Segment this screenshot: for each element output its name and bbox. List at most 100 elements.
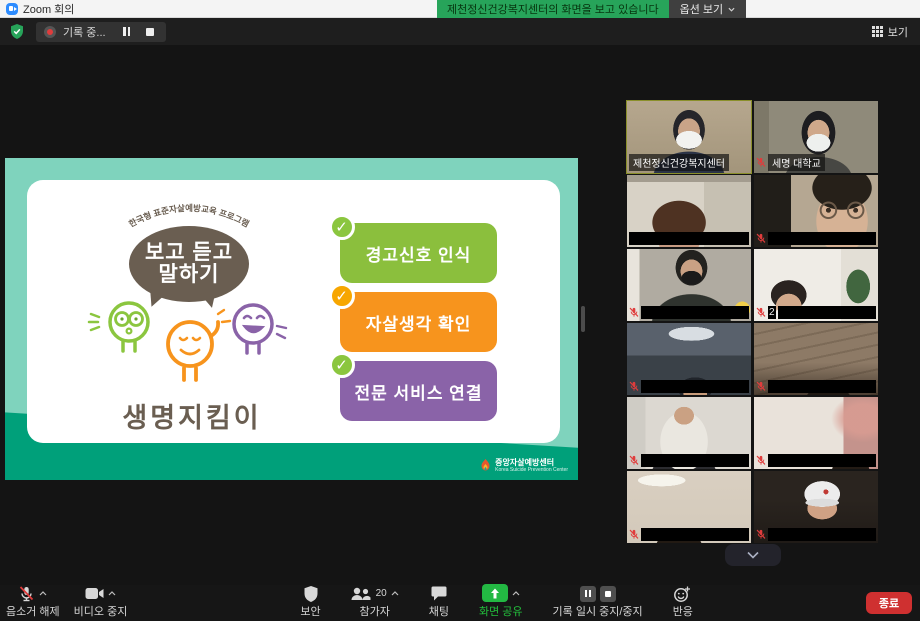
chat-label: 채팅 (429, 603, 449, 619)
participant-tile[interactable]: 제천정신건강복지센터 (627, 101, 751, 173)
record-control-button[interactable]: 기록 일시 중지/중지 (553, 585, 643, 621)
participant-name-bar (756, 454, 876, 467)
view-button-label: 보기 (888, 24, 908, 40)
participants-label: 참가자 (360, 603, 390, 619)
recording-dot-icon (44, 26, 56, 38)
chat-bubble-icon (431, 586, 447, 601)
muted-mic-icon (629, 381, 639, 392)
view-options-button[interactable]: 옵션 보기 (669, 0, 747, 18)
chevron-up-icon[interactable] (39, 591, 47, 596)
censored-name-bar (768, 232, 876, 245)
participant-name-partial: 2 (768, 306, 776, 319)
participants-icon (351, 587, 371, 601)
participants-count: 20 (376, 588, 387, 599)
participant-tile[interactable] (754, 471, 878, 543)
participant-name-bar (629, 528, 749, 541)
end-meeting-button[interactable]: 종료 (866, 592, 912, 614)
muted-mic-icon (756, 233, 766, 244)
security-shield-icon (304, 586, 318, 602)
muted-mic-icon (756, 157, 766, 168)
chevron-down-icon (746, 551, 760, 559)
censored-name-bar (641, 306, 749, 319)
security-button[interactable]: 보안 (300, 585, 320, 621)
shared-slide: 한국형 표준자살예방교육 프로그램 보고 듣고 말하기 (5, 158, 578, 480)
participant-name-bar (756, 232, 876, 245)
video-camera-icon (85, 587, 104, 600)
participant-name-bar (756, 380, 876, 393)
grid-view-icon (872, 26, 883, 37)
participant-tile[interactable]: 2 (754, 249, 878, 321)
screen-share-banner: 제천정신건강복지센터의 화면을 보고 있습니다 옵션 보기 (437, 0, 746, 18)
participant-name-bar (629, 306, 749, 319)
bubble-line2: 말하기 (159, 264, 220, 286)
participant-name-bar: 세명 대학교 (756, 154, 876, 171)
chevron-up-icon[interactable] (108, 591, 116, 596)
chevron-up-icon[interactable] (391, 591, 399, 596)
censored-name-bar (641, 528, 749, 541)
reactions-button[interactable]: 반응 (673, 585, 693, 621)
security-label: 보안 (300, 603, 320, 619)
muted-mic-icon (756, 529, 766, 540)
meeting-top-bar: 기록 중... 보기 (0, 18, 920, 45)
pause-record-icon[interactable] (580, 586, 596, 602)
reactions-smiley-icon (674, 586, 691, 602)
share-screen-icon (482, 584, 508, 602)
censored-name-bar (768, 454, 876, 467)
viewing-message: 제천정신건강복지센터의 화면을 보고 있습니다 (437, 0, 669, 18)
participant-tile[interactable] (627, 175, 751, 247)
meeting-toolbar: 음소거 해제 비디오 중지 (0, 585, 920, 621)
slide-item-warning-signs: ✓ 경고신호 인식 (340, 223, 497, 283)
check-icon: ✓ (329, 214, 355, 240)
zoom-meeting-window: Zoom 회의 제천정신건강복지센터의 화면을 보고 있습니다 옵션 보기 기록… (0, 0, 920, 621)
record-control-label: 기록 일시 중지/중지 (553, 603, 643, 619)
participant-name-bar: 제천정신건강복지센터 (629, 154, 749, 171)
participant-tile[interactable]: 세명 대학교 (754, 101, 878, 173)
participants-button[interactable]: 20 참가자 (351, 585, 399, 621)
gatekeeper-characters-illustration (85, 296, 295, 394)
muted-mic-icon (756, 381, 766, 392)
participant-tile[interactable] (754, 323, 878, 395)
unmute-label: 음소거 해제 (6, 603, 60, 619)
censored-name-bar (641, 380, 749, 393)
participant-name-bar (629, 454, 749, 467)
participant-tile[interactable] (754, 175, 878, 247)
unmute-button[interactable]: 음소거 해제 (6, 585, 60, 621)
slide-card: 한국형 표준자살예방교육 프로그램 보고 듣고 말하기 (27, 180, 560, 443)
stop-record-icon[interactable] (600, 586, 616, 602)
slide-item-label: 자살생각 확인 (366, 310, 472, 335)
chevron-down-icon (728, 7, 735, 12)
collapse-gallery-button[interactable] (725, 544, 781, 566)
censored-name-bar (768, 528, 876, 541)
stage-scrollbar-handle[interactable] (581, 306, 585, 332)
view-button[interactable]: 보기 (872, 24, 912, 40)
participant-name-bar: 2 (756, 306, 876, 319)
slide-item-label: 전문 서비스 연결 (355, 379, 483, 404)
chevron-up-icon[interactable] (512, 591, 520, 596)
share-screen-button[interactable]: 화면 공유 (479, 585, 523, 621)
participant-tile[interactable] (627, 471, 751, 543)
speech-bubble: 보고 듣고 말하기 (129, 226, 249, 302)
check-icon: ✓ (329, 283, 355, 309)
participant-grid: 제천정신건강복지센터 세명 대학교 2 (627, 101, 878, 543)
participant-tile[interactable] (754, 397, 878, 469)
window-title: Zoom 회의 (23, 1, 74, 17)
participant-tile[interactable] (627, 397, 751, 469)
reactions-label: 반응 (673, 603, 693, 619)
microphone-muted-icon (18, 585, 35, 602)
censored-name-bar (778, 306, 876, 319)
participant-name-bar (756, 528, 876, 541)
chat-button[interactable]: 채팅 (429, 585, 449, 621)
encryption-shield-icon[interactable] (8, 23, 26, 41)
pause-recording-icon[interactable] (119, 25, 135, 39)
slide-items: ✓ 경고신호 인식 ✓ 자살생각 확인 ✓ 전문 서비스 연결 (340, 223, 497, 421)
participant-tile[interactable] (627, 249, 751, 321)
gatekeeper-title: 생명지킴이 (82, 396, 302, 435)
share-screen-label: 화면 공유 (479, 603, 523, 619)
muted-mic-icon (629, 455, 639, 466)
bubble-line1: 보고 듣고 (145, 242, 233, 264)
stop-recording-icon[interactable] (142, 25, 158, 39)
org-logo-icon (480, 459, 491, 472)
censored-name-bar (641, 454, 749, 467)
participant-tile[interactable] (627, 323, 751, 395)
stop-video-button[interactable]: 비디오 중지 (74, 585, 128, 621)
